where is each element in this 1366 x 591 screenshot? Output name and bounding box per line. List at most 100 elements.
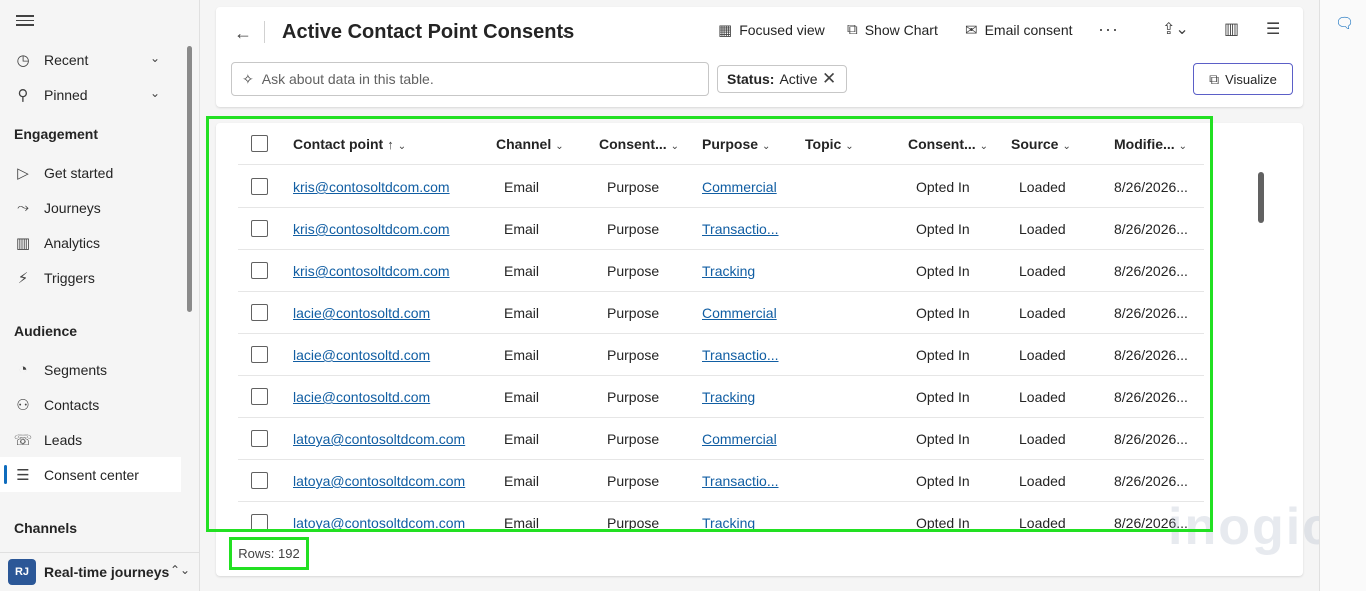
- edit-columns-icon[interactable]: ▥: [1224, 19, 1239, 39]
- consent-icon: ☰: [16, 466, 30, 484]
- chevron-down-icon[interactable]: ⌄: [1179, 141, 1187, 152]
- sidebar-item-analytics[interactable]: ▥ Analytics: [0, 225, 181, 260]
- cell-channel: Email: [504, 515, 540, 531]
- cell-purpose[interactable]: Tracking: [702, 389, 755, 405]
- chevron-down-icon[interactable]: ⌄: [762, 141, 770, 152]
- cell-purpose[interactable]: Tracking: [702, 515, 755, 531]
- column-header[interactable]: Modifie... ⌄: [1114, 136, 1187, 152]
- sidebar: ◷ Recent ⌄ ⚲ Pinned ⌄ Engagement ▷ Get started ⤳ J…: [0, 0, 200, 591]
- filter-key: Status:: [727, 71, 775, 87]
- row-checkbox[interactable]: [251, 388, 268, 405]
- chevron-down-icon[interactable]: ⌄: [845, 141, 853, 152]
- cell-contact[interactable]: lacie@contosoltd.com: [293, 347, 430, 363]
- share-icon[interactable]: ⇪⌄: [1162, 19, 1189, 39]
- row-checkbox[interactable]: [251, 346, 268, 363]
- cell-contact[interactable]: lacie@contosoltd.com: [293, 389, 430, 405]
- chevron-down-icon[interactable]: ⌄: [150, 51, 160, 65]
- sidebar-item-segments[interactable]: ◔ Segments: [0, 352, 181, 387]
- filter-icon[interactable]: ☰: [1266, 19, 1280, 39]
- cell-consent-type: Purpose: [607, 179, 660, 195]
- visualize-button[interactable]: ⧉ Visualize: [1193, 63, 1293, 95]
- view-selector-chevron-icon[interactable]: ⌄: [560, 26, 570, 40]
- sidebar-item-contacts[interactable]: ⚇ Contacts: [0, 387, 181, 422]
- more-commands-icon[interactable]: ···: [1098, 19, 1119, 40]
- chat-icon[interactable]: 🗨: [1335, 14, 1354, 32]
- cell-contact[interactable]: kris@contosoltdcom.com: [293, 263, 450, 279]
- chevron-down-icon[interactable]: ⌄: [398, 141, 406, 152]
- sidebar-item-journeys[interactable]: ⤳ Journeys: [0, 190, 181, 225]
- cell-source: Loaded: [1019, 431, 1066, 447]
- grid-scrollbar[interactable]: [1258, 172, 1264, 223]
- email-icon: ✉: [965, 22, 978, 39]
- cell-contact[interactable]: kris@contosoltdcom.com: [293, 221, 450, 237]
- sidebar-section-title: Channels: [14, 520, 78, 536]
- cell-contact[interactable]: kris@contosoltdcom.com: [293, 179, 450, 195]
- cell-contact[interactable]: lacie@contosoltd.com: [293, 305, 430, 321]
- sidebar-scrollbar[interactable]: [187, 46, 192, 312]
- cell-purpose[interactable]: Transactio...: [702, 473, 779, 489]
- row-checkbox[interactable]: [251, 178, 268, 195]
- row-checkbox[interactable]: [251, 430, 268, 447]
- row-checkbox[interactable]: [251, 514, 268, 531]
- row-checkbox[interactable]: [251, 304, 268, 321]
- cell-purpose[interactable]: Transactio...: [702, 221, 779, 237]
- pin-icon: ⚲: [17, 86, 29, 104]
- chevron-down-icon[interactable]: ⌄: [671, 141, 679, 152]
- watermark-logo: inogic: [1168, 498, 1334, 556]
- cell-purpose[interactable]: Commercial: [702, 179, 777, 195]
- sidebar-item-label: Get started: [44, 164, 114, 181]
- remove-filter-close-icon[interactable]: ✕: [822, 69, 836, 89]
- view-title[interactable]: Active Contact Point Consents: [282, 21, 574, 44]
- column-header[interactable]: Consent... ⌄: [599, 136, 679, 152]
- cell-purpose[interactable]: Commercial: [702, 431, 777, 447]
- cell-source: Loaded: [1019, 389, 1066, 405]
- cell-purpose[interactable]: Tracking: [702, 263, 755, 279]
- cell-modified: 8/26/2026...: [1114, 179, 1188, 195]
- select-all-checkbox[interactable]: [251, 135, 268, 152]
- status-filter-chip[interactable]: Status: Active ✕: [717, 65, 847, 93]
- row-checkbox[interactable]: [251, 262, 268, 279]
- sidebar-item-label: Consent center: [44, 466, 139, 483]
- row-checkbox[interactable]: [251, 220, 268, 237]
- sidebar-item-label: Analytics: [44, 234, 101, 251]
- column-header[interactable]: Purpose ⌄: [702, 136, 770, 152]
- sidebar-item-get-started[interactable]: ▷ Get started: [0, 155, 181, 190]
- row-checkbox[interactable]: [251, 472, 268, 489]
- column-header[interactable]: Contact point ↑ ⌄: [293, 136, 406, 152]
- chevron-down-icon[interactable]: ⌄: [1062, 141, 1070, 152]
- leads-icon: ☏: [13, 431, 33, 449]
- cell-purpose[interactable]: Commercial: [702, 305, 777, 321]
- hamburger-menu-icon[interactable]: [16, 12, 34, 30]
- filter-value: Active: [779, 71, 818, 87]
- email-consent-button[interactable]: ✉ Email consent: [965, 21, 1073, 39]
- focused-view-button[interactable]: ▦ Focused view: [718, 21, 825, 39]
- cell-modified: 8/26/2026...: [1114, 263, 1188, 279]
- sidebar-item-leads[interactable]: ☏ Leads: [0, 422, 181, 457]
- back-arrow-icon[interactable]: ←: [234, 23, 252, 44]
- chevron-down-icon[interactable]: ⌄: [555, 141, 563, 152]
- column-header[interactable]: Channel ⌄: [496, 136, 564, 152]
- sidebar-item-triggers[interactable]: ⚡ Triggers: [0, 260, 181, 295]
- sidebar-item-pinned[interactable]: ⚲ Pinned ⌄: [0, 77, 181, 112]
- cell-contact[interactable]: latoya@contosoltdcom.com: [293, 431, 465, 447]
- app-switcher[interactable]: RJ Real-time journeys ⌃⌄: [0, 552, 200, 591]
- column-header[interactable]: Source ⌄: [1011, 136, 1071, 152]
- ask-data-input[interactable]: ✧ Ask about data in this table.: [231, 62, 709, 96]
- column-header-label: Source: [1011, 136, 1059, 152]
- sidebar-item-recent[interactable]: ◷ Recent ⌄: [0, 42, 181, 77]
- cell-contact[interactable]: latoya@contosoltdcom.com: [293, 515, 465, 531]
- cell-modified: 8/26/2026...: [1114, 221, 1188, 237]
- chevron-down-icon[interactable]: ⌄: [150, 86, 160, 100]
- sidebar-item-consent-center[interactable]: ☰ Consent center: [0, 457, 181, 492]
- show-chart-button[interactable]: ⧉ Show Chart: [847, 21, 938, 38]
- cell-channel: Email: [504, 347, 540, 363]
- column-header[interactable]: Consent... ⌄: [908, 136, 988, 152]
- cell-consent-type: Purpose: [607, 221, 660, 237]
- chevron-down-icon[interactable]: ⌄: [980, 141, 988, 152]
- cell-contact[interactable]: latoya@contosoltdcom.com: [293, 473, 465, 489]
- row-divider: [238, 207, 1204, 208]
- cell-purpose[interactable]: Transactio...: [702, 347, 779, 363]
- cell-channel: Email: [504, 473, 540, 489]
- row-divider: [238, 417, 1204, 418]
- column-header[interactable]: Topic ⌄: [805, 136, 854, 152]
